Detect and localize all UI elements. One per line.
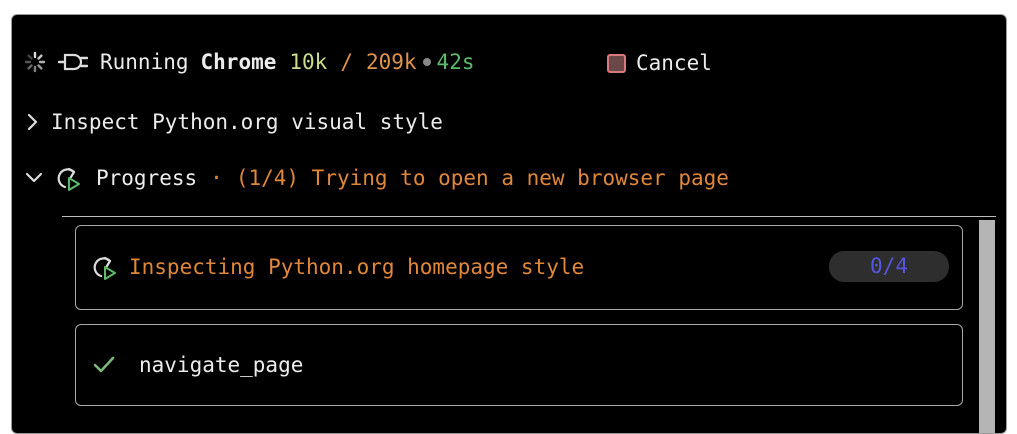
agent-status-panel: Running Chrome 10k / 209k 42s Cancel Ins… — [11, 14, 1007, 434]
progress-row[interactable]: Progress · (1/4) Trying to open a new br… — [24, 163, 729, 193]
dot-separator-icon — [417, 52, 437, 72]
subtask-counter-badge: 0/4 — [829, 251, 949, 282]
progress-divider — [62, 216, 996, 217]
progress-separator: · — [210, 165, 223, 190]
task-title: Inspect Python.org visual style — [51, 109, 443, 134]
elapsed-time: 42s — [436, 49, 475, 74]
subtask-title: Inspecting Python.org homepage style — [129, 254, 585, 279]
cancel-label: Cancel — [636, 50, 712, 75]
refresh-play-icon — [54, 164, 82, 192]
running-label: Running — [100, 49, 189, 74]
step-label: navigate_page — [139, 352, 304, 377]
subtask-counter: 0/4 — [870, 254, 908, 278]
status-row: Running Chrome 10k / 209k 42s — [24, 47, 474, 77]
chevron-down-icon — [24, 168, 44, 188]
stop-square-icon — [607, 53, 626, 73]
tokens-separator: / — [340, 49, 353, 74]
progress-label: Progress — [96, 165, 198, 190]
tokens-total: 209k — [365, 49, 417, 74]
tokens-used: 10k — [289, 49, 328, 74]
spinner-icon — [24, 51, 46, 73]
cancel-button[interactable]: Cancel — [607, 49, 712, 77]
chevron-right-icon — [24, 112, 42, 132]
step-row: navigate_page — [92, 351, 303, 379]
app-name: Chrome — [200, 49, 277, 74]
refresh-play-icon — [90, 253, 118, 281]
plug-icon — [58, 51, 88, 73]
progress-step-text: (1/4) Trying to open a new browser page — [235, 165, 729, 190]
check-icon — [92, 353, 116, 377]
subtask-row: Inspecting Python.org homepage style — [90, 252, 584, 282]
task-row[interactable]: Inspect Python.org visual style — [24, 108, 443, 136]
scrollbar-thumb[interactable] — [979, 220, 995, 433]
